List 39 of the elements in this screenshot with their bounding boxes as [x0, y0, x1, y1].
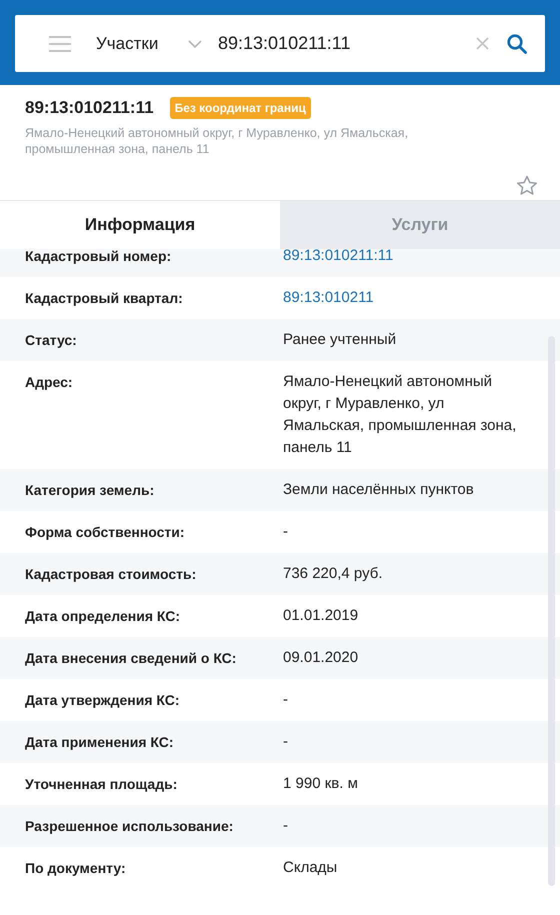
search-field[interactable]: 89:13:010211:11 [218, 30, 476, 57]
field-label: Кадастровая стоимость: [25, 565, 198, 584]
field-value: - [283, 732, 289, 752]
field-label: Уточненная площадь: [25, 775, 178, 794]
field-label: Адрес: [25, 373, 74, 392]
value-link[interactable]: 89:13:010211 [283, 287, 374, 309]
address-text: Ямало-Ненецкий автономный округ, г Муравленко, ул Ямальская, промышленная зона, панель 11 [25, 124, 410, 156]
field-label: Дата применения КС: [25, 733, 175, 752]
field-label: Форма собственности: [25, 523, 186, 542]
field-value: 09.01.2020 [283, 648, 360, 668]
field-value: - [283, 690, 289, 710]
field-label: По документу: [25, 859, 127, 878]
field-label: Категория земель: [25, 481, 156, 500]
field-value: Ранее учтенный [283, 330, 398, 350]
field-label: Дата определения КС: [25, 607, 182, 626]
search-icon[interactable] [507, 34, 527, 54]
close-icon[interactable] [476, 37, 489, 50]
field-value: Склады [283, 858, 338, 878]
field-label: Дата утверждения КС: [25, 691, 181, 710]
cadastral-number: 89:13:010211:11 [25, 97, 154, 119]
value-link[interactable]: 89:13:010211:11 [283, 249, 394, 267]
field-label: Кадастровый номер: [25, 249, 172, 266]
field-value: 1 990 кв. м [283, 774, 359, 794]
chevron-down-icon[interactable] [188, 40, 202, 48]
field-label: Кадастровый квартал: [25, 289, 184, 308]
field-value: Земли населённых пунктов [283, 480, 475, 500]
field-value: - [283, 522, 289, 542]
field-label: Дата внесения сведений о КС: [25, 649, 238, 668]
field-label: Статус: [25, 331, 78, 350]
field-value: - [283, 816, 289, 836]
scrollbar[interactable] [548, 336, 555, 886]
field-value: 736 220,4 руб. [283, 564, 384, 584]
menu-icon[interactable] [49, 36, 71, 52]
field-value: 01.01.2019 [283, 606, 360, 626]
field-label: Разрешенное использование: [25, 817, 234, 836]
category-dropdown[interactable]: Участки [96, 30, 188, 56]
star-icon[interactable] [516, 175, 538, 196]
status-badge: Без координат границ [170, 96, 311, 119]
field-value: Ямало-Ненецкий автономный округ, г Муравленко, ул Ямальская, промышленная зона, панель 11 [283, 372, 518, 458]
